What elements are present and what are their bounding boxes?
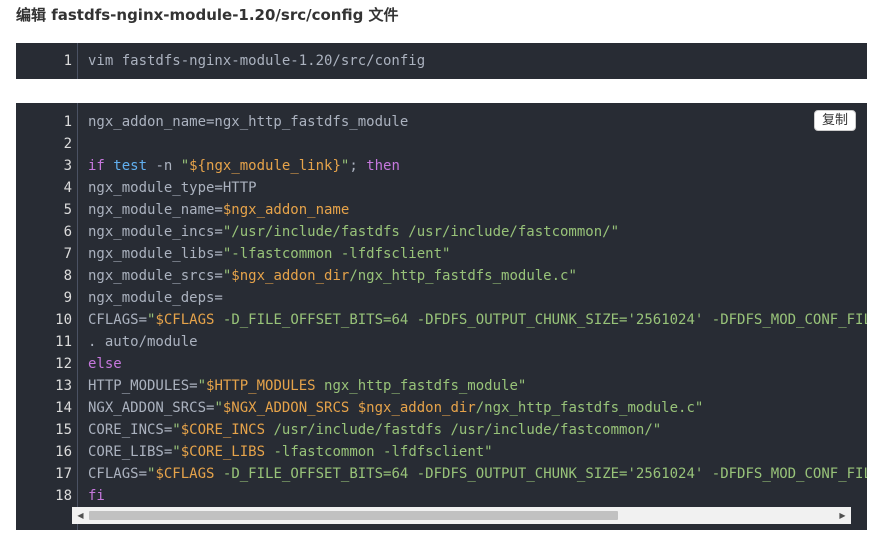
- line-number: 1: [63, 114, 72, 130]
- code-token: else: [88, 356, 122, 372]
- code-line: ngx_module_srcs="$ngx_addon_dir/ngx_http…: [72, 265, 867, 287]
- code-token: -lfastcommon -lfdfsclient": [265, 444, 493, 460]
- line-numbers: 1: [16, 50, 72, 72]
- code-token: $ngx_addon_dir: [231, 268, 350, 284]
- code-token: $ngx_addon_name: [222, 202, 350, 218]
- line-number: 9: [63, 290, 72, 306]
- code-token: $CORE_INCS: [180, 422, 266, 438]
- code-token: test: [113, 158, 148, 174]
- line-number: 13: [55, 378, 72, 394]
- code-line: vim fastdfs-nginx-module-1.20/src/config: [72, 50, 867, 72]
- code-token: "/usr/include/fastdfs /usr/include/fastc…: [222, 224, 620, 240]
- code-token: ngx_addon_name=ngx_http_fastdfs_module: [88, 114, 409, 130]
- code-line: CFLAGS="$CFLAGS -D_FILE_OFFSET_BITS=64 -…: [72, 309, 867, 331]
- code-token: $CORE_LIBS: [180, 444, 266, 460]
- code-token: then: [366, 158, 400, 174]
- code-token: "-lfastcommon -lfdfsclient": [222, 246, 451, 262]
- code-token: ;: [349, 158, 367, 174]
- line-number: 4: [63, 180, 72, 196]
- scroll-left-arrow-icon[interactable]: ◀: [72, 507, 89, 524]
- code-token: ngx_module_incs=: [88, 224, 223, 240]
- code-token: ngx_module_name=: [88, 202, 223, 218]
- code-token: ngx_module_deps=: [88, 290, 223, 306]
- line-number: 2: [63, 136, 72, 152]
- page-heading: 编辑 fastdfs-nginx-module-1.20/src/config …: [16, 6, 399, 24]
- line-number: 15: [55, 422, 72, 438]
- code-line: CFLAGS="$CFLAGS -D_FILE_OFFSET_BITS=64 -…: [72, 463, 867, 485]
- line-numbers: 1 2 3 4 5 6 7 8 9 10 11 12 13 14 15 16 17 18: [16, 111, 72, 507]
- code-content[interactable]: vim fastdfs-nginx-module-1.20/src/config: [72, 50, 867, 72]
- code-token: /ngx_http_fastdfs_module.c": [349, 268, 577, 284]
- code-line: ngx_module_type=HTTP: [72, 177, 867, 199]
- scrollbar-thumb[interactable]: [89, 511, 618, 520]
- code-token: fi: [88, 488, 105, 504]
- code-line: else: [72, 353, 867, 375]
- code-token: ": [197, 378, 207, 394]
- config-code-block: 1 2 3 4 5 6 7 8 9 10 11 12 13 14 15 16 17 18 ngx_addon_na…: [16, 103, 867, 530]
- line-number: 11: [55, 334, 72, 350]
- line-number: 14: [55, 400, 72, 416]
- command-code-block: 1 vim fastdfs-nginx-module-1.20/src/conf…: [16, 43, 867, 79]
- scroll-right-arrow-icon[interactable]: ▶: [834, 507, 851, 524]
- code-line: ngx_addon_name=ngx_http_fastdfs_module: [72, 111, 867, 133]
- code-content[interactable]: ngx_addon_name=ngx_http_fastdfs_moduleif…: [72, 111, 867, 507]
- line-number: 5: [63, 202, 72, 218]
- line-number: 18: [55, 488, 72, 504]
- code-token: ": [214, 400, 223, 416]
- code-token: $NGX_ADDON_SRCS $ngx_addon_dir: [222, 400, 476, 416]
- code-token: ngx_module_libs=: [88, 246, 223, 262]
- code-token: $CFLAGS: [155, 466, 215, 482]
- code-token: /usr/include/fastdfs /usr/include/fastco…: [265, 422, 662, 438]
- code-token: ": [180, 158, 190, 174]
- code-token: vim fastdfs-nginx-module-1.20/src/config: [88, 53, 426, 69]
- code-token: ": [172, 422, 181, 438]
- code-token: HTTP_MODULES=: [88, 378, 198, 394]
- code-line: CORE_LIBS="$CORE_LIBS -lfastcommon -lfdf…: [72, 441, 867, 463]
- code-token: HTTP: [222, 180, 257, 196]
- horizontal-scrollbar[interactable]: ◀ ▶: [72, 507, 851, 524]
- code-token: ${ngx_module_link}: [189, 158, 341, 174]
- line-number: 10: [55, 312, 72, 328]
- code-token: $CFLAGS: [155, 312, 215, 328]
- code-token: $HTTP_MODULES: [206, 378, 316, 394]
- code-line: fi: [72, 485, 867, 507]
- code-token: -D_FILE_OFFSET_BITS=64 -DFDFS_OUTPUT_CHU…: [214, 466, 867, 482]
- line-number: 7: [63, 246, 72, 262]
- line-number: 8: [63, 268, 72, 284]
- code-token: CFLAGS=: [88, 466, 148, 482]
- copy-button[interactable]: 复制: [813, 110, 856, 131]
- code-token: ngx_http_fastdfs_module": [315, 378, 527, 394]
- code-line: ngx_module_name=$ngx_addon_name: [72, 199, 867, 221]
- code-line: ngx_module_deps=: [72, 287, 867, 309]
- code-token: ": [172, 444, 181, 460]
- code-line: NGX_ADDON_SRCS="$NGX_ADDON_SRCS $ngx_add…: [72, 397, 867, 419]
- line-number: 3: [63, 158, 72, 174]
- line-number: 1: [63, 53, 72, 69]
- code-line: if test -n "${ngx_module_link}"; then: [72, 155, 867, 177]
- code-token: CFLAGS=: [88, 312, 148, 328]
- line-number: 6: [63, 224, 72, 240]
- code-line: HTTP_MODULES="$HTTP_MODULES ngx_http_fas…: [72, 375, 867, 397]
- code-token: -D_FILE_OFFSET_BITS=64 -DFDFS_OUTPUT_CHU…: [214, 312, 867, 328]
- code-token: -n: [147, 158, 181, 174]
- code-token: CORE_LIBS=: [88, 444, 173, 460]
- code-line: ngx_module_libs="-lfastcommon -lfdfsclie…: [72, 243, 867, 265]
- code-line: CORE_INCS="$CORE_INCS /usr/include/fastd…: [72, 419, 867, 441]
- line-number: 17: [55, 466, 72, 482]
- code-line: ngx_module_incs="/usr/include/fastdfs /u…: [72, 221, 867, 243]
- code-token: CORE_INCS=: [88, 422, 173, 438]
- code-token: NGX_ADDON_SRCS=: [88, 400, 215, 416]
- code-token: . auto/module: [88, 334, 198, 350]
- code-token: ngx_module_srcs=: [88, 268, 223, 284]
- line-number: 16: [55, 444, 72, 460]
- code-token: if: [88, 158, 105, 174]
- code-line: . auto/module: [72, 331, 867, 353]
- code-token: /ngx_http_fastdfs_module.c": [475, 400, 704, 416]
- code-token: ngx_module_type=: [88, 180, 223, 196]
- line-number: 12: [55, 356, 72, 372]
